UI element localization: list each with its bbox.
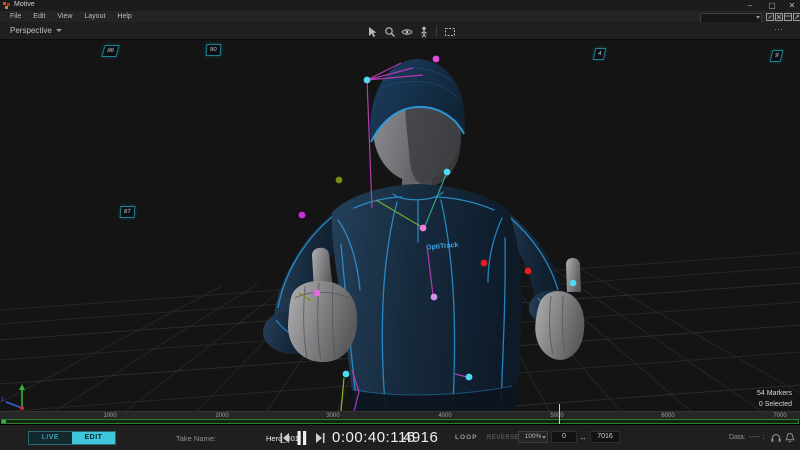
marker-dot[interactable] bbox=[298, 211, 306, 219]
marker-dot[interactable] bbox=[465, 373, 473, 381]
menu-edit[interactable]: Edit bbox=[27, 11, 51, 22]
edit-button[interactable]: EDIT bbox=[72, 432, 115, 444]
window-title: Motive bbox=[14, 1, 35, 8]
data-value: ---- : bbox=[749, 434, 766, 441]
zoom-tool-button[interactable] bbox=[383, 25, 396, 38]
range-icon: ↔ bbox=[579, 433, 587, 442]
minimize-button[interactable]: – bbox=[742, 0, 758, 11]
toolbar-separator bbox=[436, 26, 437, 37]
orientation-gizmo: z bbox=[1, 384, 25, 410]
marker-dot[interactable] bbox=[443, 168, 451, 176]
live-edit-toggle: LIVE EDIT bbox=[28, 431, 116, 445]
marker-status: 54 Markers 0 Selected bbox=[757, 388, 792, 410]
selected-count: 0 Selected bbox=[758, 401, 792, 408]
title-bar: Motive – ▢ ✕ bbox=[0, 0, 800, 11]
pane-toggle-icon-1[interactable] bbox=[766, 12, 774, 21]
pane-toggle-icon-2[interactable] bbox=[775, 12, 783, 21]
marker-dot[interactable] bbox=[524, 267, 532, 275]
pane-toggle-icon-4[interactable] bbox=[793, 12, 800, 21]
bell-icon[interactable] bbox=[784, 432, 796, 444]
viewport-3d[interactable]: z OptiTrack 96 90 87 4 9 54 Markers 0 Se… bbox=[0, 40, 800, 411]
camera-label[interactable]: 87 bbox=[119, 206, 136, 218]
app-icon bbox=[3, 2, 11, 10]
select-tool-button[interactable] bbox=[366, 25, 379, 38]
svg-text:z: z bbox=[1, 397, 4, 403]
marker-dot[interactable] bbox=[313, 289, 321, 297]
data-label: Data: bbox=[729, 434, 746, 441]
torso bbox=[331, 184, 523, 411]
playhead[interactable] bbox=[559, 404, 560, 424]
frame-number-display[interactable]: 4916 bbox=[403, 429, 438, 446]
chevron-down-icon bbox=[541, 436, 546, 439]
skeleton-tool-button[interactable] bbox=[417, 25, 430, 38]
loop-toggle[interactable]: LOOP bbox=[455, 434, 477, 441]
skip-to-start-button[interactable] bbox=[279, 432, 291, 444]
range-start-input[interactable]: 0 bbox=[551, 431, 577, 443]
live-button[interactable]: LIVE bbox=[29, 432, 72, 444]
menu-view[interactable]: View bbox=[51, 11, 78, 22]
view-mode-dropdown[interactable]: Perspective bbox=[10, 26, 62, 35]
marker-dot[interactable] bbox=[432, 55, 440, 63]
headset-icon[interactable] bbox=[770, 432, 782, 443]
marker-dot[interactable] bbox=[430, 293, 438, 301]
menu-file[interactable]: File bbox=[4, 11, 27, 22]
pause-button[interactable] bbox=[296, 430, 308, 446]
range-start-cap bbox=[2, 420, 6, 423]
marker-dot[interactable] bbox=[569, 279, 577, 287]
chevron-down-icon bbox=[55, 29, 62, 32]
close-button[interactable]: ✕ bbox=[784, 0, 800, 11]
reverse-toggle[interactable]: REVERSE bbox=[487, 435, 519, 441]
menu-bar: File Edit View Layout Help bbox=[0, 11, 800, 23]
transport-bar: LIVE EDIT Take Name: Hero_001 0:00:40:11… bbox=[0, 424, 800, 450]
marker-stick bbox=[366, 79, 373, 209]
marker-dot[interactable] bbox=[480, 259, 488, 267]
scene-canvas: z OptiTrack bbox=[0, 55, 800, 411]
marker-dot[interactable] bbox=[363, 76, 371, 84]
marker-count: 54 Markers bbox=[756, 390, 792, 397]
camera-label[interactable]: 90 bbox=[205, 44, 222, 56]
motive-window: Motive – ▢ ✕ File Edit View Layout Help … bbox=[0, 0, 800, 450]
marker-dot[interactable] bbox=[335, 176, 343, 184]
marker-dot[interactable] bbox=[419, 224, 427, 232]
range-end-input[interactable]: 7016 bbox=[590, 431, 620, 443]
playback-speed-dropdown[interactable]: 100% bbox=[518, 431, 548, 443]
skip-to-end-button[interactable] bbox=[314, 432, 326, 444]
marker-dot[interactable] bbox=[342, 370, 350, 378]
pane-toggle-icon-3[interactable] bbox=[784, 12, 792, 21]
chevron-down-icon bbox=[756, 15, 760, 19]
menu-help[interactable]: Help bbox=[111, 11, 137, 22]
layout-combo[interactable] bbox=[700, 12, 762, 23]
eye-tool-button[interactable] bbox=[400, 25, 413, 38]
timeline-ruler[interactable]: 1000 2000 3000 4000 5000 6000 7000 bbox=[0, 411, 800, 419]
menu-layout[interactable]: Layout bbox=[78, 11, 111, 22]
maximize-button[interactable]: ▢ bbox=[764, 0, 780, 11]
marquee-select-tool-button[interactable] bbox=[443, 25, 456, 38]
character-model[interactable]: OptiTrack bbox=[263, 59, 585, 411]
viewport-options-button[interactable]: ⋯ bbox=[774, 24, 784, 35]
viewport-toolbar: Perspective ⋯ bbox=[0, 22, 800, 40]
take-name-label: Take Name: bbox=[176, 434, 217, 443]
